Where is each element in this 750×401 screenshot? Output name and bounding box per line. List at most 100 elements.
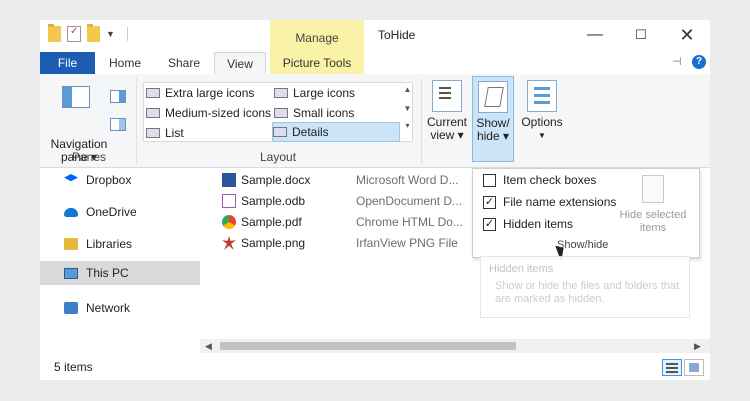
file-row[interactable]: Sample.png IrfanView PNG File [216, 233, 476, 253]
scroll-up-icon[interactable]: ▲ [402, 85, 413, 94]
window-title: ToHide [378, 28, 416, 42]
nav-item-label: OneDrive [86, 205, 137, 219]
layout-group-label: Layout [260, 150, 297, 164]
tab-share[interactable]: Share [160, 52, 208, 74]
network-icon [64, 302, 78, 314]
tab-file[interactable]: File [40, 52, 95, 74]
toolbar-divider [126, 27, 128, 41]
small-icons-icon [274, 108, 288, 118]
layout-list[interactable]: List [146, 123, 184, 143]
layout-option-label: Details [292, 125, 329, 139]
chrome-pdf-icon [222, 215, 236, 229]
details-view-button[interactable] [662, 359, 682, 376]
onedrive-icon [64, 207, 78, 217]
quick-access-toolbar: ▼ [48, 24, 128, 42]
pin-ribbon-icon[interactable]: ⊣ [672, 55, 682, 68]
expand-gallery-icon[interactable]: ▾ [402, 121, 413, 130]
properties-icon[interactable] [67, 26, 81, 42]
hide-selected-items-icon [642, 175, 664, 203]
details-icon [273, 127, 287, 137]
layout-option-label: List [165, 126, 184, 140]
options-label: Options [521, 115, 563, 129]
file-row[interactable]: Sample.pdf Chrome HTML Do... [216, 212, 476, 232]
layout-option-label: Large icons [293, 86, 356, 100]
hidden-items-tooltip: Hidden items Show or hide the files and … [480, 256, 690, 318]
nav-item-label: Network [86, 301, 131, 315]
file-name: Sample.png [241, 236, 306, 250]
file-name: Sample.pdf [241, 215, 302, 229]
layout-details[interactable]: Details [272, 122, 400, 142]
preview-pane-icon[interactable] [110, 90, 126, 103]
item-count: 5 items [54, 360, 93, 374]
nav-item-label: This PC [86, 266, 129, 280]
tab-picture-tools[interactable]: Picture Tools [270, 52, 364, 74]
file-name-extensions-option[interactable]: ✓ File name extensions [483, 195, 616, 209]
tab-home[interactable]: Home [100, 52, 150, 74]
ribbon-tabs: File Home Share View Picture Tools ⊣ ? [40, 52, 710, 74]
checkbox-checked[interactable]: ✓ [483, 217, 496, 231]
tooltip-title: Hidden items [489, 263, 554, 275]
show-hide-button[interactable]: Show/ hide ▾ [472, 76, 514, 162]
new-folder-icon[interactable] [87, 24, 100, 42]
sort-by-icon [432, 80, 462, 112]
checkbox-label: Item check boxes [503, 173, 597, 187]
options-button[interactable]: Options ▼ [520, 80, 564, 142]
medium-icons-icon [146, 108, 160, 118]
current-view-button[interactable]: Current view ▾ [426, 80, 468, 142]
maximize-button[interactable]: ☐ [618, 22, 664, 48]
customize-toolbar-chevron-icon[interactable]: ▼ [106, 29, 115, 39]
status-bar: 5 items [40, 355, 710, 380]
checkbox-unchecked[interactable] [483, 173, 496, 187]
group-divider [421, 78, 422, 164]
folder-icon[interactable] [48, 24, 61, 42]
file-name: Sample.odb [241, 194, 306, 208]
large-icons-view-button[interactable] [684, 359, 704, 376]
options-icon [527, 80, 557, 112]
current-view-label: Current view ▾ [426, 115, 467, 142]
nav-item-libraries[interactable]: Libraries [40, 232, 200, 256]
options-chevron-icon: ▼ [538, 131, 546, 140]
show-hide-dropdown: Item check boxes ✓ File name extensions … [472, 168, 700, 258]
layout-option-label: Medium-sized icons [165, 106, 272, 120]
file-list: Sample.docx Microsoft Word D... Sample.o… [216, 170, 476, 350]
layout-gallery: Extra large icons Large icons Medium-siz… [143, 82, 413, 142]
extra-large-icons-icon [146, 88, 160, 98]
navigation-pane-icon[interactable] [62, 86, 90, 108]
layout-small-icons[interactable]: Small icons [274, 103, 354, 123]
nav-item-this-pc[interactable]: This PC [40, 261, 200, 285]
nav-item-dropbox[interactable]: Dropbox [40, 168, 200, 192]
hidden-items-option[interactable]: ✓ Hidden items [483, 217, 573, 231]
horizontal-scrollbar[interactable]: ◀ ▶ [200, 339, 710, 353]
odb-document-icon [222, 194, 236, 208]
list-icon [146, 128, 160, 138]
item-check-boxes-option[interactable]: Item check boxes [483, 173, 596, 187]
ribbon-view: Navigation pane ▾ Panes Extra large icon… [40, 74, 710, 168]
scroll-right-icon[interactable]: ▶ [694, 339, 701, 353]
layout-gallery-scroll[interactable]: ▲ ▼ ▾ [402, 83, 413, 141]
scroll-down-icon[interactable]: ▼ [402, 104, 413, 113]
close-button[interactable]: ✕ [664, 22, 710, 48]
nav-item-network[interactable]: Network [40, 296, 200, 320]
panes-group-label: Panes [72, 150, 107, 164]
scrollbar-thumb[interactable] [220, 342, 516, 350]
checkbox-label: Hidden items [503, 217, 574, 231]
show-hide-icon [478, 81, 508, 113]
details-pane-icon[interactable] [110, 118, 126, 131]
tab-view[interactable]: View [214, 52, 266, 74]
tooltip-body: Show or hide the files and folders that … [495, 280, 680, 305]
layout-medium-icons[interactable]: Medium-sized icons [146, 103, 271, 123]
checkbox-checked[interactable]: ✓ [483, 195, 496, 209]
minimize-button[interactable]: — [572, 22, 618, 48]
file-name: Sample.docx [241, 173, 311, 187]
layout-large-icons[interactable]: Large icons [274, 83, 355, 103]
file-row[interactable]: Sample.odb OpenDocument D... [216, 191, 476, 211]
large-icons-icon [274, 88, 288, 98]
file-row[interactable]: Sample.docx Microsoft Word D... [216, 170, 476, 190]
scroll-left-icon[interactable]: ◀ [205, 339, 212, 353]
nav-item-label: Libraries [86, 237, 133, 251]
hide-selected-items-button[interactable]: Hide selected items [613, 175, 693, 235]
help-icon[interactable]: ? [692, 55, 706, 69]
nav-item-onedrive[interactable]: OneDrive [40, 200, 200, 224]
layout-extra-large-icons[interactable]: Extra large icons [146, 83, 254, 103]
this-pc-icon [64, 267, 78, 279]
